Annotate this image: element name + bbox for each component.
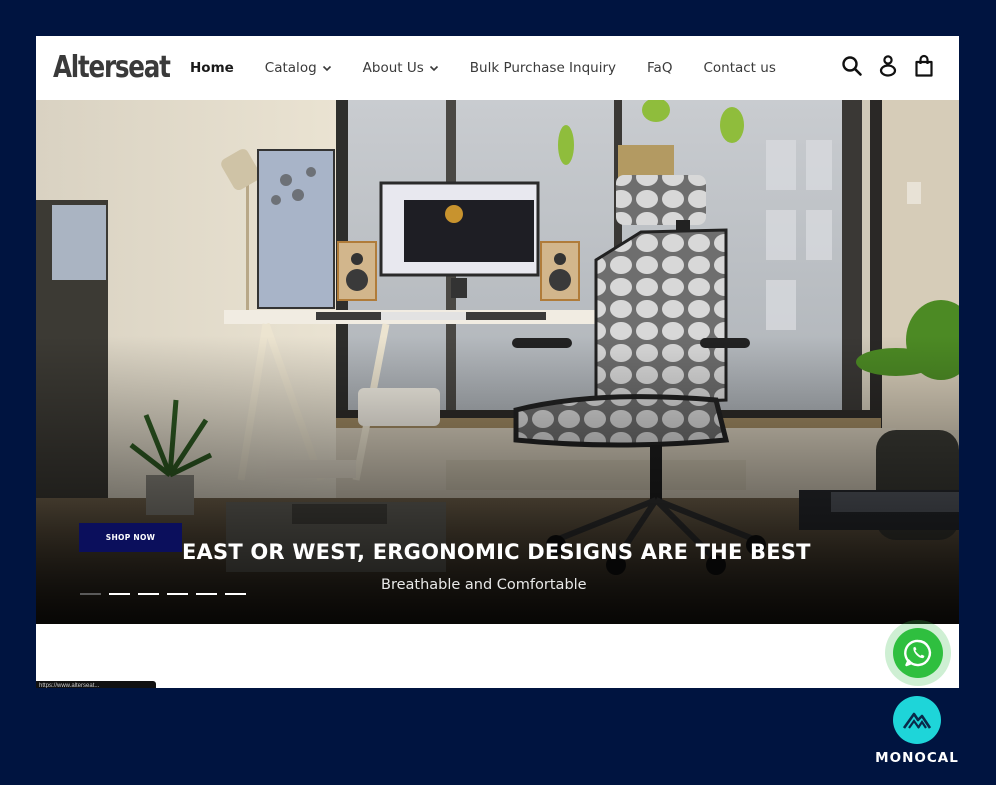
monocal-brand-text: MONOCAL [875,750,959,766]
nav-about-label: About Us [362,60,424,76]
nav-catalog[interactable]: Catalog [265,60,332,76]
slide-dot-2[interactable] [109,593,130,595]
status-bar-url: https://www.alterseat... [36,681,156,688]
nav-bulk-label: Bulk Purchase Inquiry [469,60,617,76]
slide-dot-3[interactable] [138,593,159,595]
shop-now-button[interactable]: SHOP NOW [79,523,182,552]
slide-dot-6[interactable] [225,593,246,595]
search-button[interactable] [839,52,865,80]
slide-dot-1[interactable] [80,593,101,595]
slider-pagination [80,593,254,595]
header-icons [829,52,937,80]
chevron-down-icon [429,65,438,72]
site-header: Alterseat Home Catalog About Us Bulk Pur… [36,36,959,100]
cart-button[interactable] [911,52,937,80]
account-icon [879,55,897,77]
site-logo[interactable]: Alterseat [53,50,171,86]
browser-viewport: Alterseat Home Catalog About Us Bulk Pur… [36,36,959,688]
nav-bulk-purchase[interactable]: Bulk Purchase Inquiry [470,60,616,76]
nav-home-label: Home [190,60,234,76]
slide-dot-4[interactable] [167,593,188,595]
nav-faq-label: FaQ [647,60,673,76]
hero-subheadline: Breathable and Comfortable [381,577,587,593]
mountain-icon [902,712,932,729]
nav-contact-label: Contact us [703,60,776,76]
cart-icon [915,54,933,77]
chevron-down-icon [322,65,331,72]
whatsapp-icon [904,639,932,667]
nav-faq[interactable]: FaQ [647,60,672,76]
nav-contact[interactable]: Contact us [703,60,775,76]
hero-banner: SHOP NOW EAST OR WEST, ERGONOMIC DESIGNS… [36,100,959,624]
whatsapp-button-inner [893,628,943,678]
hero-headline: EAST OR WEST, ERGONOMIC DESIGNS ARE THE … [182,540,811,564]
search-icon [842,56,862,76]
nav-home[interactable]: Home [190,60,234,76]
main-nav: Home Catalog About Us Bulk Purchase Inqu… [190,36,807,100]
nav-about-us[interactable]: About Us [363,60,439,76]
nav-catalog-label: Catalog [264,60,317,76]
slide-dot-5[interactable] [196,593,217,595]
monocal-logo [893,696,941,744]
account-button[interactable] [875,52,901,80]
whatsapp-button[interactable] [885,620,951,686]
content-area [36,624,959,688]
